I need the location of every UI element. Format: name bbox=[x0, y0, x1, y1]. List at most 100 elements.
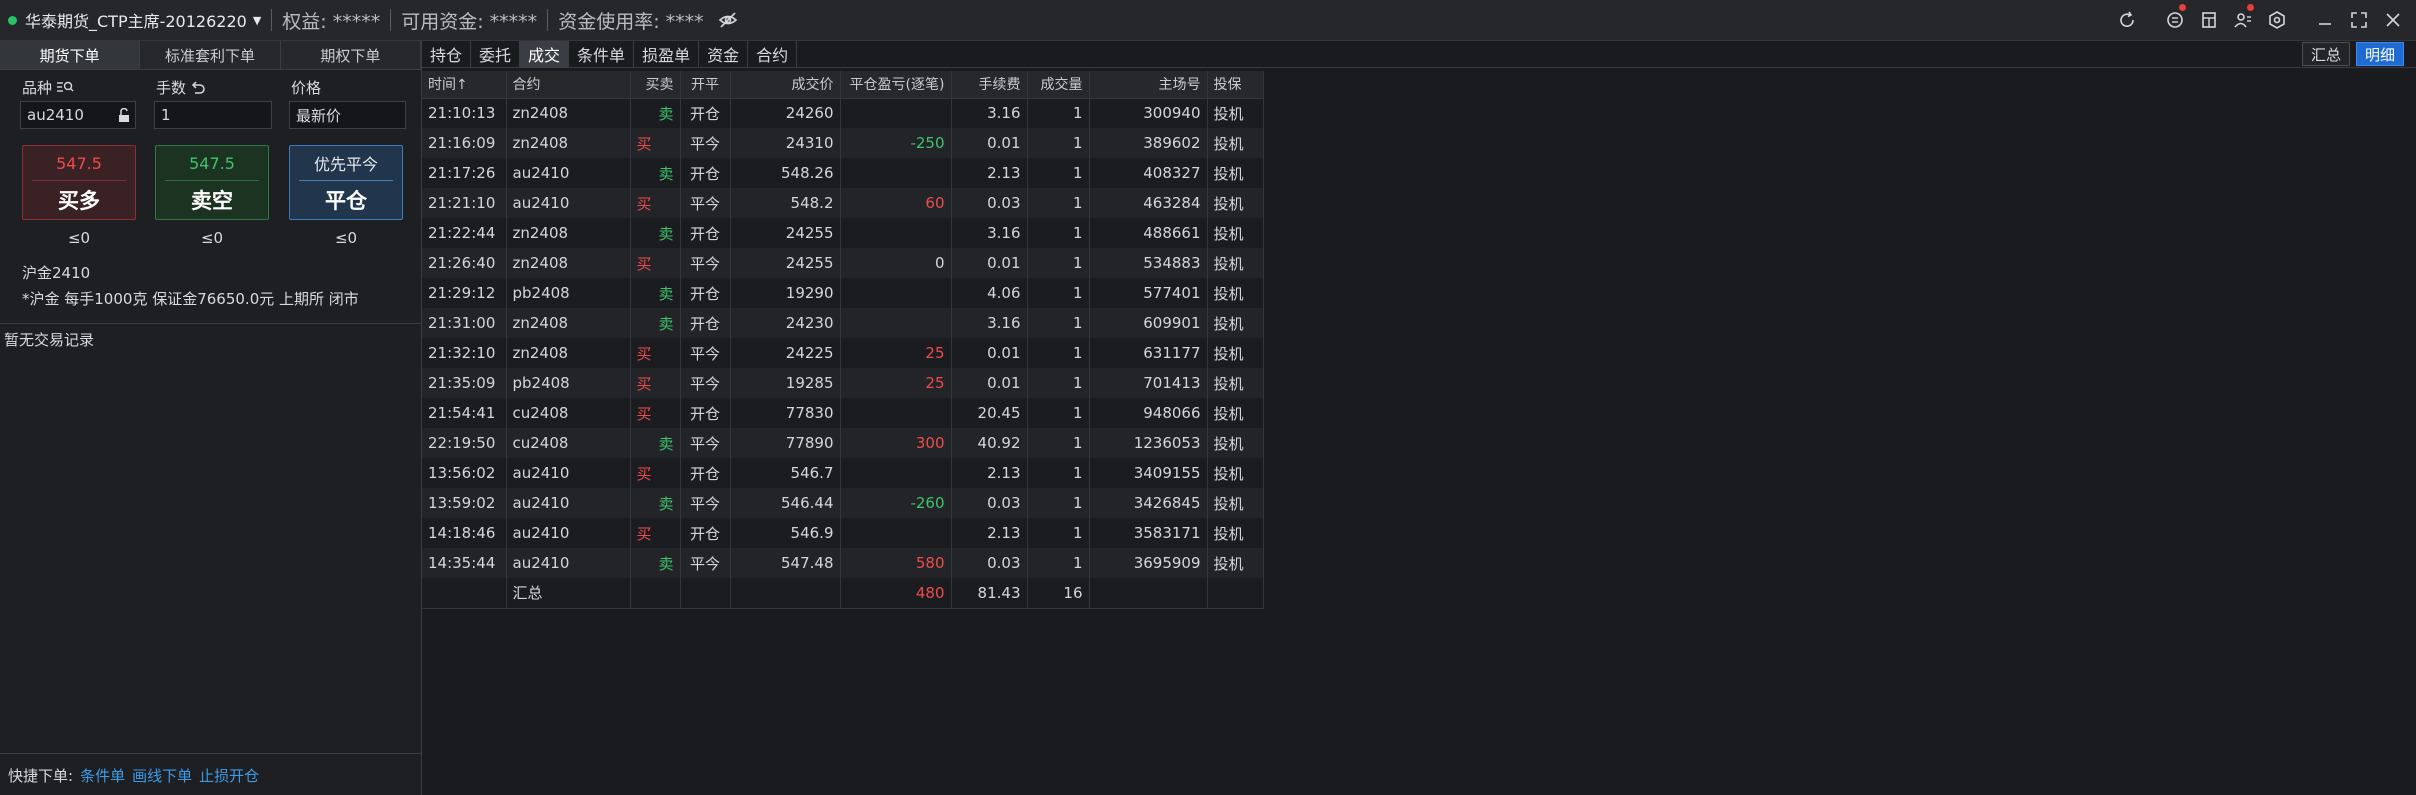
table-row[interactable]: 22:19:50 cu2408 卖平今 77890 300 40.92 1 1236053 投机 bbox=[422, 428, 1264, 458]
cell-fee: 4.06 bbox=[951, 278, 1028, 308]
table-row[interactable]: 21:17:26 au2410 卖开仓 548.26 2.13 1 408327 投机 bbox=[422, 158, 1264, 188]
cell-open-close: 平今 bbox=[680, 128, 731, 158]
quick-order-bar: 快捷下单: 条件单 画线下单 止损开仓 bbox=[8, 765, 259, 786]
tab-conditional-orders[interactable]: 条件单 bbox=[569, 41, 635, 67]
quick-order-label: 快捷下单: bbox=[8, 767, 74, 785]
col-price[interactable]: 成交价 bbox=[730, 71, 841, 99]
close-position-button[interactable]: 优先平今 平仓 bbox=[289, 145, 403, 220]
conditional-order-link[interactable]: 条件单 bbox=[80, 765, 125, 786]
tab-stop-orders[interactable]: 损盈单 bbox=[634, 41, 700, 67]
cell-side: 买 bbox=[630, 458, 681, 488]
calculator-icon[interactable] bbox=[2192, 0, 2226, 40]
tab-options-order[interactable]: 期权下单 bbox=[280, 41, 421, 69]
buy-max-qty: ≤0 bbox=[67, 229, 91, 247]
cell-contract: cu2408 bbox=[506, 428, 631, 458]
trades-body: 21:10:13 zn2408 卖开仓 24260 3.16 1 300940 投机 21:16… bbox=[422, 98, 1264, 609]
cell-open-close: 平今 bbox=[680, 368, 731, 398]
summary-volume: 16 bbox=[1027, 578, 1090, 609]
cell-volume: 1 bbox=[1027, 338, 1090, 368]
buy-long-button[interactable]: 547.5 买多 bbox=[22, 145, 136, 220]
cell-price: 24310 bbox=[730, 128, 841, 158]
cell-open-close: 开仓 bbox=[680, 458, 731, 488]
cell-contract: zn2408 bbox=[506, 248, 631, 278]
tab-trades[interactable]: 成交 bbox=[520, 41, 570, 67]
col-side[interactable]: 买卖 bbox=[630, 71, 681, 99]
col-pnl[interactable]: 平仓盈亏(逐笔) bbox=[840, 71, 952, 99]
col-open-close[interactable]: 开平 bbox=[680, 71, 731, 99]
tab-contracts[interactable]: 合约 bbox=[748, 41, 798, 67]
price-type-select[interactable]: 最新价 bbox=[289, 101, 406, 129]
cell-trade-id: 3583171 bbox=[1089, 518, 1208, 548]
table-row[interactable]: 21:54:41 cu2408 买开仓 77830 20.45 1 948066 投机 bbox=[422, 398, 1264, 428]
cell-time: 21:54:41 bbox=[422, 398, 507, 428]
cell-pnl: 580 bbox=[840, 548, 952, 578]
tab-orders[interactable]: 委托 bbox=[471, 41, 521, 67]
cell-pnl bbox=[840, 308, 952, 338]
account-selector[interactable]: 华泰期货_CTP主席-20126220 bbox=[25, 8, 247, 32]
tab-futures-order[interactable]: 期货下单 bbox=[0, 41, 141, 69]
eye-hidden-icon[interactable] bbox=[718, 10, 738, 30]
line-order-link[interactable]: 画线下单 bbox=[132, 765, 192, 786]
message-icon[interactable] bbox=[2158, 0, 2192, 40]
lots-input[interactable]: 1 bbox=[154, 101, 272, 129]
tab-spread-order[interactable]: 标准套利下单 bbox=[140, 41, 281, 69]
minimize-icon[interactable] bbox=[2308, 0, 2342, 40]
cell-side: 买 bbox=[630, 188, 681, 218]
cell-open-close: 开仓 bbox=[680, 278, 731, 308]
no-trade-records: 暂无交易记录 bbox=[4, 331, 95, 349]
cell-trade-id: 948066 bbox=[1089, 398, 1208, 428]
table-row[interactable]: 14:35:44 au2410 卖平今 547.48 580 0.03 1 3695909 投机 bbox=[422, 548, 1264, 578]
close-icon[interactable] bbox=[2376, 0, 2410, 40]
table-row[interactable]: 21:32:10 zn2408 买平今 24225 25 0.01 1 631177 投机 bbox=[422, 338, 1264, 368]
table-row[interactable]: 21:16:09 zn2408 买平今 24310 -250 0.01 1 389602 投机 bbox=[422, 128, 1264, 158]
tab-positions[interactable]: 持仓 bbox=[422, 41, 472, 67]
cell-price: 77890 bbox=[730, 428, 841, 458]
user-settings-icon[interactable] bbox=[2226, 0, 2260, 40]
table-row[interactable]: 21:31:00 zn2408 卖开仓 24230 3.16 1 609901 投机 bbox=[422, 308, 1264, 338]
cell-time: 21:31:00 bbox=[422, 308, 507, 338]
table-row[interactable]: 13:59:02 au2410 卖平今 546.44 -260 0.03 1 3426845 投… bbox=[422, 488, 1264, 518]
stop-loss-open-link[interactable]: 止损开仓 bbox=[199, 765, 259, 786]
cell-volume: 1 bbox=[1027, 188, 1090, 218]
cell-fee: 0.03 bbox=[951, 548, 1028, 578]
cell-side: 卖 bbox=[630, 488, 681, 518]
summary-view-button[interactable]: 汇总 bbox=[2301, 42, 2350, 66]
sell-short-button[interactable]: 547.5 卖空 bbox=[155, 145, 269, 220]
col-hedge[interactable]: 投保 bbox=[1207, 71, 1264, 99]
caret-down-icon[interactable]: ▼ bbox=[253, 14, 261, 27]
table-row[interactable]: 21:29:12 pb2408 卖开仓 19290 4.06 1 577401 投机 bbox=[422, 278, 1264, 308]
cell-contract: zn2408 bbox=[506, 338, 631, 368]
col-contract[interactable]: 合约 bbox=[506, 71, 631, 99]
cell-price: 19290 bbox=[730, 278, 841, 308]
reset-icon[interactable] bbox=[190, 80, 206, 96]
col-volume[interactable]: 成交量 bbox=[1027, 71, 1090, 99]
detail-view-button[interactable]: 明细 bbox=[2355, 42, 2404, 66]
table-row[interactable]: 21:26:40 zn2408 买平今 24255 0 0.01 1 534883 投机 bbox=[422, 248, 1264, 278]
symbol-input[interactable]: au2410 bbox=[20, 101, 136, 129]
table-row[interactable]: 21:10:13 zn2408 卖开仓 24260 3.16 1 300940 投机 bbox=[422, 98, 1264, 128]
lock-open-icon[interactable] bbox=[117, 108, 131, 123]
refresh-icon[interactable] bbox=[2110, 0, 2144, 40]
cell-trade-id: 3409155 bbox=[1089, 458, 1208, 488]
cell-pnl: -260 bbox=[840, 488, 952, 518]
cell-open-close: 平今 bbox=[680, 188, 731, 218]
table-row[interactable]: 21:35:09 pb2408 买平今 19285 25 0.01 1 701413 投机 bbox=[422, 368, 1264, 398]
table-row[interactable]: 14:18:46 au2410 买开仓 546.9 2.13 1 3583171 投机 bbox=[422, 518, 1264, 548]
tab-funds[interactable]: 资金 bbox=[699, 41, 749, 67]
cell-contract: au2410 bbox=[506, 488, 631, 518]
col-time[interactable]: 时间↑ bbox=[422, 71, 507, 99]
cell-contract: au2410 bbox=[506, 518, 631, 548]
symbol-search-icon[interactable] bbox=[56, 80, 74, 96]
cell-time: 21:16:09 bbox=[422, 128, 507, 158]
cell-volume: 1 bbox=[1027, 458, 1090, 488]
table-row[interactable]: 13:56:02 au2410 买开仓 546.7 2.13 1 3409155 投机 bbox=[422, 458, 1264, 488]
sell-short-label: 卖空 bbox=[191, 189, 233, 213]
table-row[interactable]: 21:21:10 au2410 买平今 548.2 60 0.03 1 463284 投机 bbox=[422, 188, 1264, 218]
col-fee[interactable]: 手续费 bbox=[951, 71, 1028, 99]
cell-fee: 0.01 bbox=[951, 128, 1028, 158]
table-row[interactable]: 21:22:44 zn2408 卖开仓 24255 3.16 1 488661 投机 bbox=[422, 218, 1264, 248]
maximize-icon[interactable] bbox=[2342, 0, 2376, 40]
settings-icon[interactable] bbox=[2260, 0, 2294, 40]
cell-contract: pb2408 bbox=[506, 368, 631, 398]
col-trade-id[interactable]: 主场号 bbox=[1089, 71, 1208, 99]
